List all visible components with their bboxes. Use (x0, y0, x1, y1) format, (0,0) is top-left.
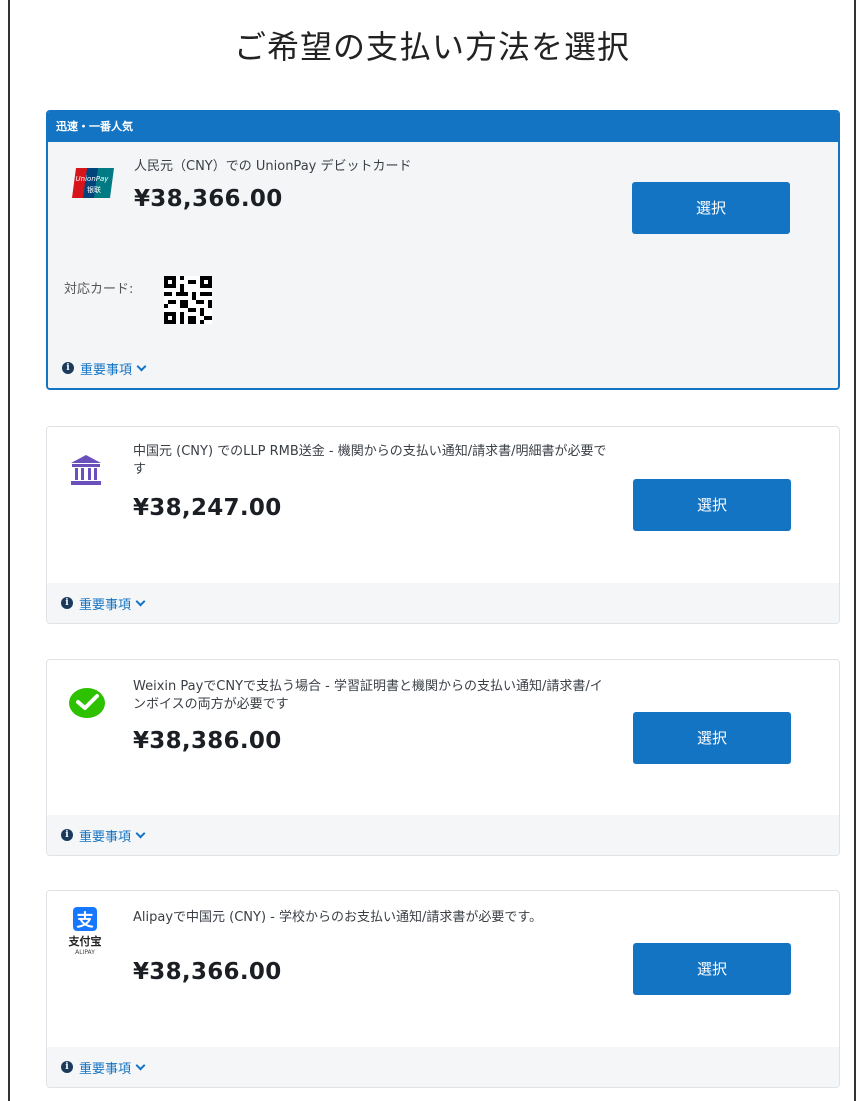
unionpay-logo: UnionPay 银联 (70, 168, 116, 198)
option-price: ¥38,366.00 (134, 186, 283, 212)
alipay-logo-char: 支 (77, 910, 95, 931)
option-description: Alipayで中国元 (CNY) - 学校からのお支払い通知/請求書が必要です。 (133, 910, 543, 925)
select-button[interactable]: 選択 (632, 182, 790, 234)
select-button[interactable]: 選択 (633, 943, 791, 995)
bank-icon (69, 453, 103, 487)
select-button[interactable]: 選択 (633, 479, 791, 531)
select-button[interactable]: 選択 (633, 712, 791, 764)
payment-option-weixin-pay: Weixin PayでCNYで支払う場合 - 学習証明書と機関からの支払い通知/… (46, 659, 840, 856)
important-notes-label: 重要事項 (79, 597, 132, 613)
supported-cards-label: 対応カード: (64, 282, 134, 297)
page-frame: ご希望の支払い方法を選択 迅速・一番人気 UnionPay 银联 人民元（CNY… (8, 0, 856, 1101)
important-notes-toggle[interactable]: i 重要事項 (47, 1047, 839, 1087)
option-description: 人民元（CNY）での UnionPay デビットカード (134, 159, 412, 174)
payment-option-unionpay: 迅速・一番人気 UnionPay 银联 人民元（CNY）での UnionPay … (46, 110, 840, 390)
option-price: ¥38,366.00 (133, 959, 282, 985)
important-notes-toggle[interactable]: i 重要事項 (47, 583, 839, 623)
important-notes-toggle[interactable]: i 重要事項 (48, 348, 838, 388)
alipay-logo-subtext: ALIPAY (75, 949, 95, 956)
unionpay-logo-text: UnionPay (76, 175, 110, 183)
chevron-down-icon (136, 361, 147, 371)
payment-option-alipay: 支 支付宝 ALIPAY Alipayで中国元 (CNY) - 学校からのお支払… (46, 890, 840, 1088)
chevron-down-icon (135, 828, 146, 838)
chevron-down-icon (135, 1060, 146, 1070)
payment-option-bank-transfer: 中国元 (CNY) でのLLP RMB送金 - 機関からの支払い通知/請求書/明… (46, 426, 840, 624)
info-icon: i (62, 362, 74, 374)
info-icon: i (61, 829, 73, 841)
important-notes-label: 重要事項 (79, 1061, 132, 1077)
chevron-down-icon (135, 596, 146, 606)
info-icon: i (61, 597, 73, 609)
featured-banner: 迅速・一番人気 (48, 112, 838, 142)
important-notes-label: 重要事項 (80, 362, 133, 378)
option-price: ¥38,247.00 (133, 495, 282, 521)
important-notes-label: 重要事項 (79, 829, 132, 845)
option-price: ¥38,386.00 (133, 728, 282, 754)
option-description: 中国元 (CNY) でのLLP RMB送金 - 機関からの支払い通知/請求書/明… (133, 444, 607, 477)
weixin-pay-icon (67, 684, 107, 724)
page-title: ご希望の支払い方法を選択 (233, 28, 630, 66)
info-icon: i (61, 1061, 73, 1073)
unionpay-logo-text-cn: 银联 (87, 185, 101, 194)
qr-code-icon (164, 276, 212, 324)
important-notes-toggle[interactable]: i 重要事項 (47, 815, 839, 855)
alipay-logo: 支 支付宝 ALIPAY (65, 905, 105, 957)
option-description: Weixin PayでCNYで支払う場合 - 学習証明書と機関からの支払い通知/… (133, 679, 603, 712)
alipay-logo-text: 支付宝 (68, 934, 102, 948)
